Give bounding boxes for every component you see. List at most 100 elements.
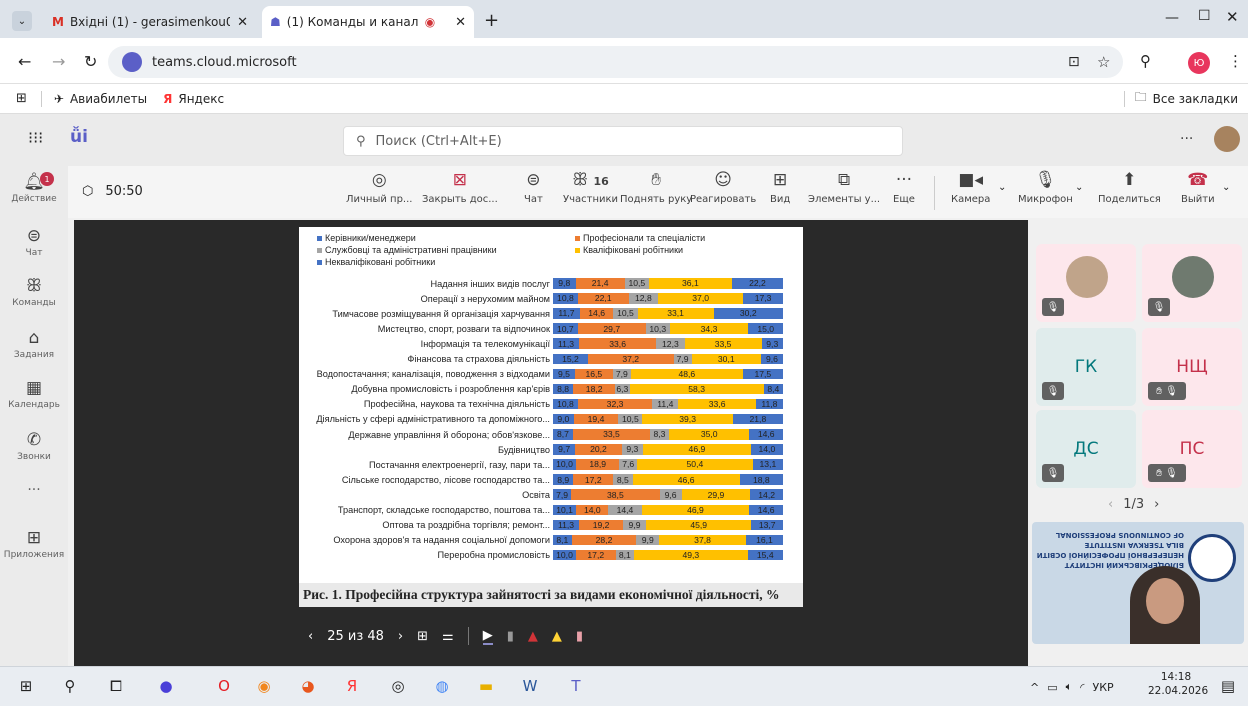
personal-mode-button[interactable]: ◎ Личный пр... xyxy=(346,170,412,205)
rail-more[interactable]: ··· xyxy=(0,482,68,498)
app-launcher-icon[interactable]: ⁝⁝⁝ xyxy=(28,128,43,147)
microphone-button[interactable]: 🎙︎ Микрофон xyxy=(1018,170,1073,205)
participant-tile[interactable]: ДС 🎙︎ xyxy=(1036,410,1136,488)
leave-button[interactable]: ☎ Выйти xyxy=(1181,170,1215,205)
forward-icon[interactable]: → xyxy=(52,52,65,71)
stacked-bar: 7,9 38,5 9,6 29,9 14,2 xyxy=(553,489,783,500)
chevron-down-icon[interactable]: ⌄ xyxy=(998,182,1006,193)
more-icon[interactable]: ··· xyxy=(1180,131,1193,147)
participants-button[interactable]: ꕥ 16 Участники xyxy=(563,170,618,205)
chrome-icon[interactable]: ◍ xyxy=(430,674,454,698)
rail-calls[interactable]: ✆ Звонки xyxy=(0,430,68,462)
chevron-up-icon[interactable]: ^ xyxy=(1030,681,1039,694)
tab-teams[interactable]: ☗ (1) Команды и каналы | Ос ◉ ✕ xyxy=(262,6,474,38)
apps-grid-icon[interactable]: ⊞ xyxy=(16,91,27,106)
category-label: Постачання електроенергії, газу, пари та… xyxy=(369,459,550,470)
search-icon[interactable]: ⚲ xyxy=(58,674,82,698)
file-explorer-icon[interactable]: ▬ xyxy=(474,674,498,698)
url-field[interactable]: teams.cloud.microsoft xyxy=(108,46,1123,78)
menu-icon[interactable]: ⋮ xyxy=(1228,52,1243,70)
rail-chat[interactable]: ⊜ Чат xyxy=(0,226,68,258)
next-slide-icon[interactable]: › xyxy=(398,629,403,644)
view-button[interactable]: ⊞ Вид xyxy=(770,170,790,205)
red-pen-icon[interactable]: ▲ xyxy=(528,629,538,644)
highlighter-icon[interactable]: ▲ xyxy=(552,629,562,644)
self-video[interactable]: БІЛОЦЕРКІВСЬКИЙ ІНСТИТУТ НЕПЕРЕРВНОЇ ПРО… xyxy=(1032,522,1244,644)
language-indicator[interactable]: УКР xyxy=(1093,681,1114,694)
bookmark-aviabilety[interactable]: Авиабилеты xyxy=(70,92,147,106)
windows-start-icon[interactable]: ⊞ xyxy=(14,674,38,698)
tab-gmail[interactable]: M Вхідні (1) - gerasimenkou04@g ✕ xyxy=(44,6,256,38)
rail-calendar[interactable]: ▦ Календарь xyxy=(0,378,68,410)
task-view-icon[interactable]: ⧠ xyxy=(104,674,128,698)
grid-icon[interactable]: ⊞ xyxy=(417,629,428,644)
extensions-icon[interactable]: ⚲ xyxy=(1140,52,1151,70)
chevron-down-icon[interactable]: ⌄ xyxy=(1222,182,1230,193)
close-icon[interactable]: ✕ xyxy=(237,15,248,30)
participant-tile[interactable]: 🎙︎ xyxy=(1142,244,1242,322)
participant-tile[interactable]: НЩ ✋︎ 🎙︎ xyxy=(1142,328,1242,406)
apps-button[interactable]: ⧉ Элементы у... xyxy=(808,170,880,205)
clock[interactable]: 14:18 22.04.2026 xyxy=(1148,670,1208,698)
settings-sliders-icon[interactable]: ⚌ xyxy=(442,629,454,644)
wifi-icon[interactable]: ◜ xyxy=(1080,681,1084,694)
back-icon[interactable]: ← xyxy=(18,52,31,71)
app-icon[interactable]: ● xyxy=(154,674,178,698)
bar-segment: 48,6 xyxy=(630,368,743,380)
personal-mode-icon: ◎ xyxy=(371,170,387,190)
install-app-icon[interactable]: ⊡ xyxy=(1068,54,1080,70)
participant-tile[interactable]: ПС ✋︎ 🎙︎ xyxy=(1142,410,1242,488)
opera-icon[interactable]: O xyxy=(212,674,236,698)
bar-segment: 30,1 xyxy=(691,353,761,365)
profile-avatar[interactable]: Ю xyxy=(1188,52,1210,74)
camera-button[interactable]: ■◂ Камера xyxy=(951,170,990,205)
next-page-icon[interactable]: › xyxy=(1154,497,1159,512)
participant-tile[interactable]: 🎙︎ xyxy=(1036,244,1136,322)
chart-row: Діяльність у сфері адміністративного та … xyxy=(299,412,803,427)
chat-button[interactable]: ⊜ Чат xyxy=(524,170,543,205)
stop-sharing-button[interactable]: ⊠ Закрыть дос... xyxy=(422,170,498,205)
reload-icon[interactable]: ↻ xyxy=(84,52,97,71)
previous-page-icon[interactable]: ‹ xyxy=(1108,497,1113,512)
search-input[interactable]: ⚲ Поиск (Ctrl+Alt+E) xyxy=(343,126,903,156)
window-close-icon[interactable]: ✕ xyxy=(1226,8,1239,26)
rail-activity[interactable]: 🔔︎ Действие xyxy=(0,172,68,204)
close-icon[interactable]: ✕ xyxy=(455,15,466,30)
rail-assignments[interactable]: ⌂ Задания xyxy=(0,328,68,360)
previous-slide-icon[interactable]: ‹ xyxy=(308,629,313,644)
chart-row: Постачання електроенергії, газу, пари та… xyxy=(299,457,803,472)
volume-icon[interactable]: 🔈︎ xyxy=(1066,680,1073,694)
chat-icon: ⊜ xyxy=(26,226,42,246)
site-info-icon[interactable] xyxy=(122,52,142,72)
rail-apps[interactable]: ⊞ Приложения xyxy=(0,528,68,560)
pointer-icon[interactable]: ▶ xyxy=(482,628,493,645)
pink-eraser-icon[interactable]: ▮ xyxy=(576,629,583,644)
user-avatar[interactable] xyxy=(1214,126,1240,152)
share-button[interactable]: ⬆ Поделиться xyxy=(1098,170,1161,205)
teams-taskbar-icon[interactable]: T xyxy=(564,674,588,698)
tab-search-icon[interactable]: ⌄ xyxy=(12,11,32,31)
battery-icon[interactable]: ▭ xyxy=(1047,681,1057,694)
rail-teams[interactable]: ꕥ Команды xyxy=(0,276,68,308)
browser-icon[interactable]: ◉ xyxy=(252,674,276,698)
firefox-icon[interactable]: ◕ xyxy=(296,674,320,698)
raise-hand-button[interactable]: ✋︎ Поднять руку xyxy=(620,170,692,205)
react-button[interactable]: ☺ Реагировать xyxy=(690,170,756,205)
minimize-icon[interactable]: — xyxy=(1165,10,1179,26)
all-bookmarks-link[interactable]: Все закладки xyxy=(1153,92,1238,106)
vpn-icon[interactable]: ◎ xyxy=(386,674,410,698)
notifications-icon[interactable]: ▤ xyxy=(1216,674,1240,698)
new-tab-button[interactable]: + xyxy=(484,10,499,31)
category-label: Державне управління й оборона; обов'язко… xyxy=(348,429,550,440)
notification-badge: 1 xyxy=(40,172,54,186)
chevron-down-icon[interactable]: ⌄ xyxy=(1075,182,1083,193)
more-button[interactable]: ··· Еще xyxy=(893,170,915,205)
word-icon[interactable]: W xyxy=(518,674,542,698)
eraser-icon[interactable]: ▮ xyxy=(507,629,514,644)
maximize-icon[interactable]: ☐ xyxy=(1198,8,1211,24)
star-icon[interactable]: ☆ xyxy=(1097,53,1110,71)
bar-segment: 8,1 xyxy=(615,549,635,561)
bookmark-yandex[interactable]: Яндекс xyxy=(178,92,224,106)
participant-tile[interactable]: ГК 🎙︎ xyxy=(1036,328,1136,406)
yandex-browser-icon[interactable]: Я xyxy=(340,674,364,698)
